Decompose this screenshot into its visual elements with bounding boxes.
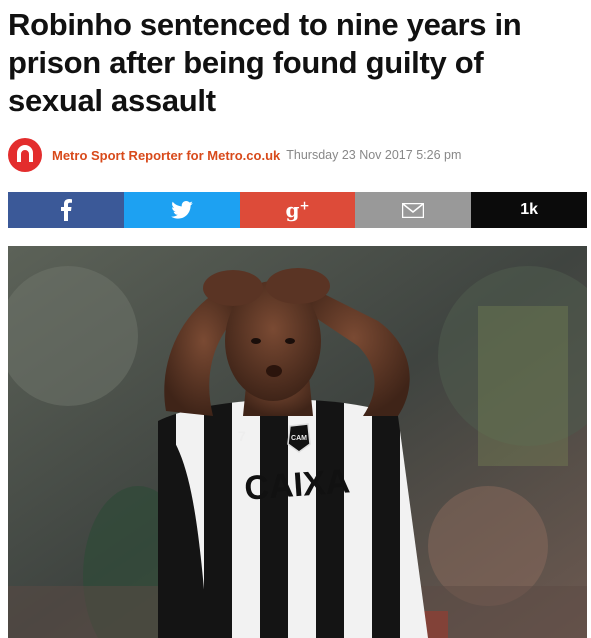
share-bar: g+ 1k <box>8 192 587 228</box>
byline: Metro Sport Reporter for Metro.co.uk Thu… <box>8 138 461 172</box>
article-headline: Robinho sentenced to nine years in priso… <box>8 7 522 118</box>
share-count: 1k <box>471 192 587 228</box>
author-link[interactable]: Metro Sport Reporter for Metro.co.uk <box>52 148 280 163</box>
publish-date: Thursday 23 Nov 2017 5:26 pm <box>286 148 462 162</box>
share-email-button[interactable] <box>355 192 472 228</box>
google-plus-icon: g+ <box>285 198 310 222</box>
shirt-sponsor-text: CAIXA <box>243 462 351 507</box>
shirt-number-text: 7 <box>238 428 246 444</box>
shirt-badge-text: CAM <box>291 435 307 442</box>
metro-logo-icon[interactable] <box>8 138 42 172</box>
hero-image: CAIXA CAM 7 <box>8 246 587 638</box>
share-facebook-button[interactable] <box>8 192 124 228</box>
share-twitter-button[interactable] <box>123 192 240 228</box>
share-google-plus-button[interactable]: g+ <box>239 192 356 228</box>
facebook-icon <box>60 199 72 221</box>
twitter-icon <box>170 201 193 219</box>
email-icon <box>402 202 425 218</box>
